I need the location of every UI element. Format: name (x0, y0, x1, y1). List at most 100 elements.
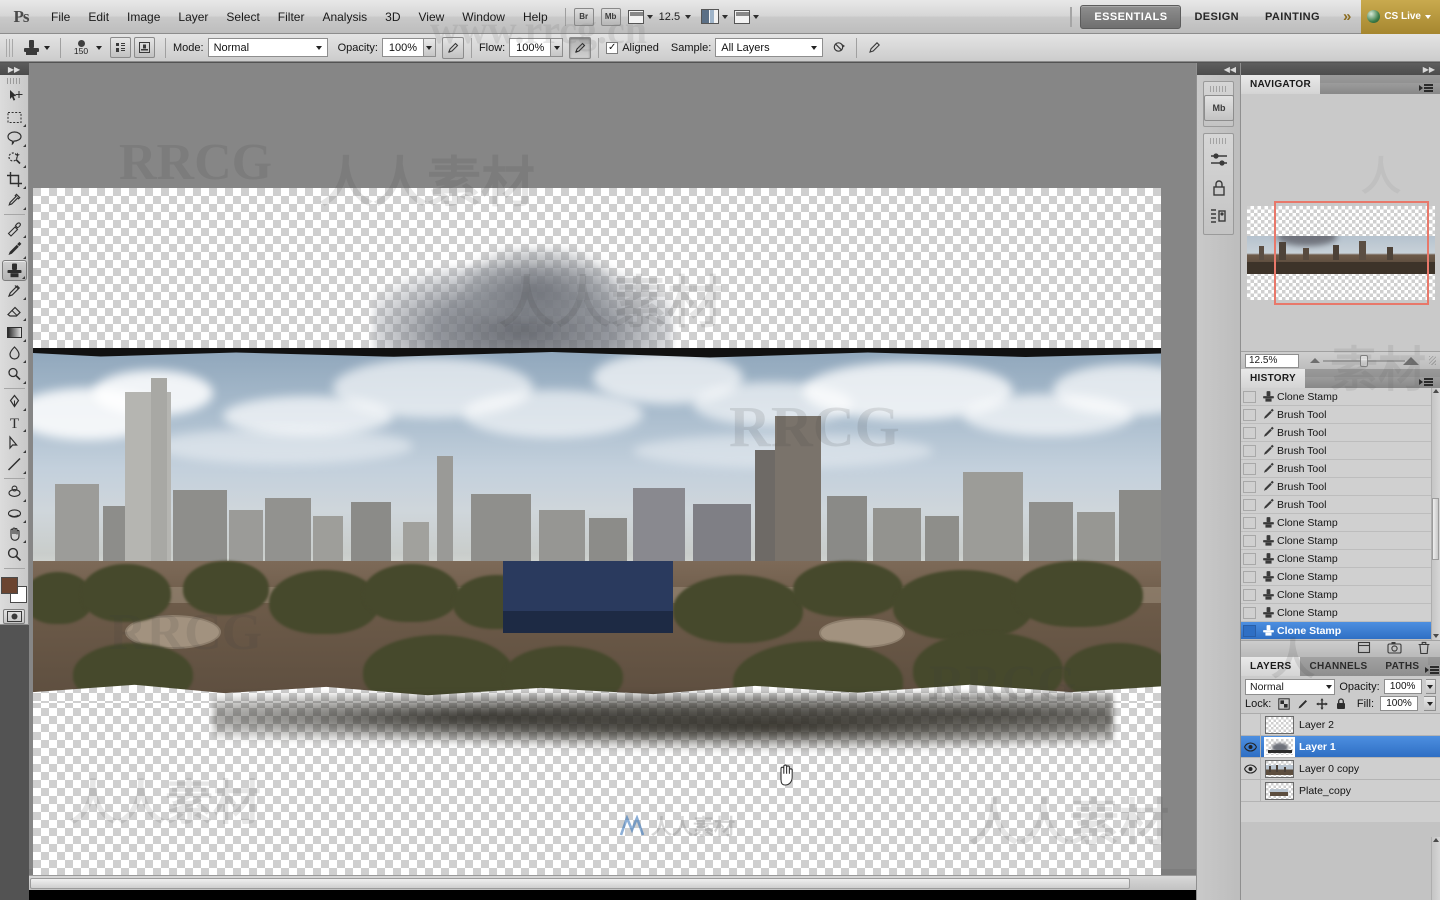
layer-thumbnail[interactable] (1265, 781, 1294, 800)
layer-opacity-input[interactable]: 100% (1383, 679, 1422, 694)
dock-expand-button[interactable]: ◀◀ (1197, 63, 1240, 75)
workspace-more-button[interactable]: » (1333, 8, 1361, 25)
opacity-pressure-toggle[interactable] (441, 36, 464, 59)
tool-pen[interactable] (2, 392, 27, 413)
ignore-adjustment-layers-button[interactable] (829, 38, 849, 58)
zoom-chevron-down-icon[interactable] (685, 14, 692, 19)
history-source-checkbox[interactable] (1243, 390, 1256, 403)
navigator-panel-menu-icon[interactable] (1419, 83, 1435, 94)
tab-channels[interactable]: CHANNELS (1300, 657, 1377, 676)
view-extras-dropdown[interactable] (627, 9, 653, 24)
foreground-color-swatch[interactable] (1, 577, 18, 595)
history-source-checkbox[interactable] (1243, 444, 1256, 457)
flow-input[interactable]: 100% (509, 38, 552, 57)
history-state-row[interactable]: Brush Tool (1241, 496, 1440, 514)
tab-paths[interactable]: PATHS (1376, 657, 1429, 676)
navigator-zoom-input[interactable]: 12.5% (1245, 353, 1299, 368)
document-canvas-area[interactable]: RRCG 人人素材 RRCG 人人素材 RRCG RRCG 人人素材 人人素材 … (29, 63, 1196, 900)
history-state-row[interactable]: Brush Tool (1241, 460, 1440, 478)
menu-analysis[interactable]: Analysis (313, 7, 376, 27)
tool-crop[interactable] (2, 169, 27, 190)
menu-window[interactable]: Window (453, 7, 514, 27)
tool-spot-healing-brush[interactable] (2, 218, 27, 239)
mini-bridge-panel-button[interactable]: Mb (1204, 95, 1234, 121)
tool-horizontal-type[interactable]: T (2, 412, 27, 433)
menu-select[interactable]: Select (217, 7, 268, 27)
menu-layer[interactable]: Layer (169, 7, 217, 27)
tool-quick-selection[interactable] (2, 148, 27, 169)
create-new-snapshot-button[interactable] (1387, 641, 1402, 657)
menu-file[interactable]: File (42, 7, 79, 27)
lock-position-button[interactable] (1315, 697, 1328, 710)
layer-row[interactable]: Layer 2 (1241, 714, 1440, 736)
tablet-pressure-button[interactable] (864, 38, 884, 58)
navigator-panel-body[interactable]: 人 (1241, 94, 1440, 351)
arrange-documents-dropdown[interactable] (701, 9, 729, 24)
menu-filter[interactable]: Filter (269, 7, 314, 27)
history-source-checkbox[interactable] (1243, 570, 1256, 583)
screen-mode-dropdown[interactable] (734, 9, 760, 24)
layer-thumbnail[interactable] (1265, 715, 1294, 734)
tool-clone-stamp[interactable] (1, 259, 27, 281)
tool-path-selection[interactable] (2, 433, 27, 454)
document-pane[interactable]: RRCG 人人素材 RRCG 人人素材 RRCG RRCG 人人素材 人人素材 … (29, 63, 1196, 886)
navigator-view-box[interactable] (1274, 201, 1429, 305)
navigator-zoom-slider[interactable] (1305, 354, 1423, 368)
history-source-checkbox[interactable] (1243, 408, 1256, 421)
layer-thumbnail[interactable] (1264, 736, 1295, 757)
layer-row[interactable]: Plate_copy (1241, 780, 1440, 802)
color-swatches[interactable] (0, 576, 28, 604)
history-scrollbar[interactable] (1431, 388, 1440, 640)
layer-fill-input[interactable]: 100% (1380, 696, 1418, 711)
tool-line[interactable] (2, 454, 27, 475)
history-source-checkbox[interactable] (1243, 426, 1256, 439)
tab-history[interactable]: HISTORY (1241, 369, 1305, 388)
layer-visibility-toggle[interactable] (1241, 736, 1261, 757)
aligned-checkbox[interactable]: ✓ (606, 41, 619, 54)
history-list[interactable]: Clone Stamp Brush Tool Brush Tool Brush Too… (1241, 388, 1440, 640)
styles-panel-button[interactable] (1204, 203, 1234, 229)
layer-visibility-toggle[interactable] (1241, 758, 1261, 779)
history-scrollbar-thumb[interactable] (1432, 498, 1439, 560)
flow-stepper[interactable] (551, 38, 564, 57)
workspace-essentials[interactable]: ESSENTIALS (1080, 4, 1182, 29)
history-state-row[interactable]: Clone Stamp (1241, 622, 1440, 640)
history-source-checkbox[interactable] (1243, 624, 1256, 637)
zoom-slider-knob[interactable] (1360, 354, 1369, 367)
create-document-from-state-button[interactable] (1357, 641, 1371, 657)
menu-image[interactable]: Image (118, 7, 169, 27)
menu-help[interactable]: Help (514, 7, 557, 27)
current-tool-preset-picker[interactable] (20, 39, 53, 57)
tab-layers[interactable]: LAYERS (1241, 657, 1301, 676)
tool-hand[interactable] (2, 524, 27, 545)
history-source-checkbox[interactable] (1243, 534, 1256, 547)
tools-grip[interactable] (6, 78, 22, 84)
tool-brush[interactable] (2, 239, 27, 260)
history-state-row[interactable]: Brush Tool (1241, 442, 1440, 460)
history-state-row[interactable]: Brush Tool (1241, 478, 1440, 496)
tab-navigator[interactable]: NAVIGATOR (1241, 75, 1321, 94)
history-source-checkbox[interactable] (1243, 462, 1256, 475)
tool-move[interactable] (2, 86, 27, 107)
tool-dodge[interactable] (2, 364, 27, 385)
masks-panel-button[interactable] (1204, 175, 1234, 201)
document-transparency-canvas[interactable] (33, 188, 1161, 886)
history-source-checkbox[interactable] (1243, 588, 1256, 601)
opacity-input[interactable]: 100% (381, 38, 424, 57)
layer-blend-mode-select[interactable]: Normal (1245, 678, 1336, 695)
lock-all-button[interactable] (1334, 697, 1347, 710)
layer-row[interactable]: Layer 0 copy (1241, 758, 1440, 780)
brush-chevron-down-icon[interactable] (96, 45, 102, 50)
adjustments-panel-button[interactable] (1204, 147, 1234, 173)
tool-lasso[interactable] (2, 128, 27, 149)
zoom-out-icon[interactable] (1310, 358, 1320, 363)
history-state-row[interactable]: Clone Stamp (1241, 550, 1440, 568)
history-state-row[interactable]: Clone Stamp (1241, 586, 1440, 604)
menu-view[interactable]: View (409, 7, 453, 27)
tool-3d-camera-rotate[interactable] (2, 503, 27, 524)
history-source-checkbox[interactable] (1243, 480, 1256, 493)
history-state-row[interactable]: Clone Stamp (1241, 388, 1440, 406)
layer-visibility-toggle[interactable] (1241, 780, 1261, 801)
layers-panel-menu-icon[interactable] (1425, 665, 1440, 676)
history-state-row[interactable]: Clone Stamp (1241, 532, 1440, 550)
